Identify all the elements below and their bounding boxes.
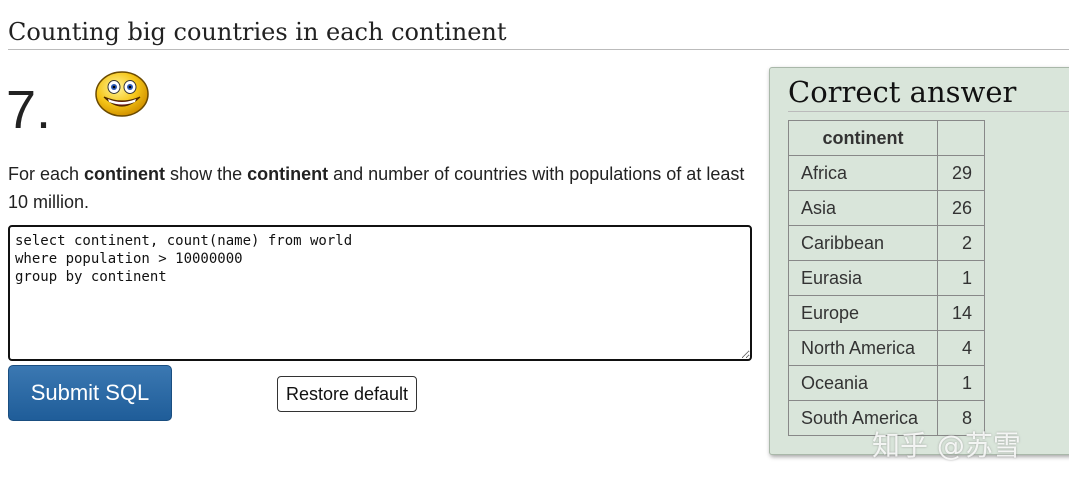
question-number: 7. — [6, 80, 52, 140]
question-text-part: show the — [165, 164, 248, 184]
continent-cell: Asia — [788, 190, 938, 226]
grinning-smiley-icon — [95, 71, 149, 117]
continent-cell: Europe — [788, 295, 938, 331]
count-cell: 29 — [937, 155, 985, 191]
answer-title: Correct answer — [788, 72, 1069, 112]
table-row: Africa 29 — [788, 155, 985, 191]
continent-cell: Oceania — [788, 365, 938, 401]
count-cell: 1 — [937, 260, 985, 296]
question-keyword: continent — [84, 164, 166, 184]
continent-cell: Eurasia — [788, 260, 938, 296]
question-keyword: continent — [247, 164, 329, 184]
question-text-part: For each — [8, 164, 85, 184]
count-cell: 14 — [937, 295, 985, 331]
column-header-count — [937, 120, 985, 156]
table-row: Oceania 1 — [788, 365, 985, 401]
submit-sql-button[interactable]: Submit SQL — [8, 365, 172, 421]
answer-table: continent Africa 29 Asia 26 Caribbean 2 … — [788, 120, 985, 436]
count-cell: 26 — [937, 190, 985, 226]
restore-default-button[interactable]: Restore default — [277, 376, 417, 412]
count-cell: 4 — [937, 330, 985, 366]
watermark: 知乎 @苏雪 — [872, 429, 1021, 462]
table-row: Caribbean 2 — [788, 225, 985, 261]
table-row: North America 4 — [788, 330, 985, 366]
table-row: Asia 26 — [788, 190, 985, 226]
question-text: For each continent show the continent an… — [8, 160, 758, 216]
section-title: Counting big countries in each continent — [8, 14, 1069, 50]
sql-editor[interactable]: select continent, count(name) from world… — [8, 225, 752, 361]
continent-cell: Africa — [788, 155, 938, 191]
table-row: Eurasia 1 — [788, 260, 985, 296]
continent-cell: Caribbean — [788, 225, 938, 261]
table-row: Europe 14 — [788, 295, 985, 331]
correct-answer-panel: Correct answer continent Africa 29 Asia … — [769, 67, 1069, 455]
table-header-row: continent — [788, 120, 985, 156]
column-header-continent: continent — [788, 120, 938, 156]
count-cell: 1 — [937, 365, 985, 401]
count-cell: 2 — [937, 225, 985, 261]
continent-cell: North America — [788, 330, 938, 366]
